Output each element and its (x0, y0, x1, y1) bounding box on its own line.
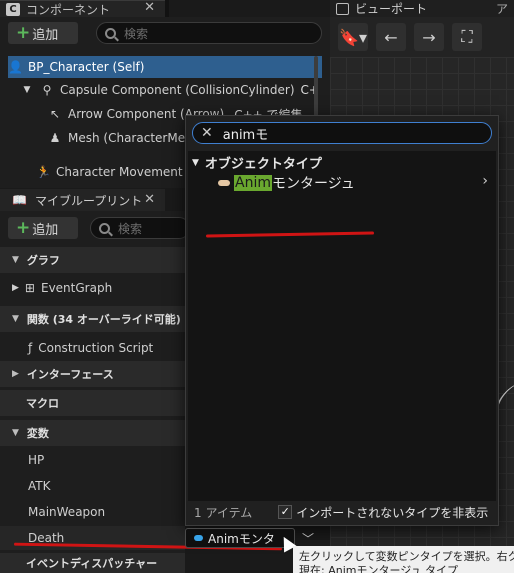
blueprint-search-input[interactable]: 検索 (90, 217, 190, 239)
viewport-tab[interactable]: ビューポート ア (330, 0, 514, 17)
collapse-arrow-icon: ▼ (192, 157, 199, 168)
mesh-icon: ♟ (49, 131, 61, 145)
variable-item[interactable]: ATK (0, 474, 185, 498)
construction-script-label: Construction Script (38, 341, 154, 355)
section-graph[interactable]: ▼ グラフ (0, 247, 185, 273)
variable-label: ATK (28, 479, 51, 493)
construction-script-item[interactable]: ƒ Construction Script (0, 336, 185, 360)
variable-item[interactable]: MainWeapon (0, 500, 185, 524)
graph-icon: ⊞ (24, 281, 35, 295)
variable-label: HP (28, 453, 45, 467)
forward-arrow-icon[interactable]: → (414, 23, 444, 51)
clear-icon[interactable]: ✕ (201, 125, 213, 141)
category-object-types[interactable]: ▼ オブジェクトタイプ (192, 153, 322, 172)
match-highlight: Anim (234, 175, 272, 191)
expand-arrow-icon: ▶ (12, 283, 19, 293)
collapse-arrow-icon: ▼ (12, 428, 19, 438)
section-variables[interactable]: ▼ 変数 (0, 420, 185, 446)
next-tab-label[interactable]: ア (496, 0, 508, 17)
tooltip: 左クリックして変数ピンタイプを選択。右ク 現在: Animモンタージュ タイプ (293, 546, 514, 573)
section-label: マクロ (26, 397, 59, 410)
function-icon: ƒ (28, 341, 33, 355)
bookmark-icon[interactable]: 🔖▾ (338, 23, 368, 51)
tooltip-line-1: 左クリックして変数ピンタイプを選択。右ク (299, 550, 514, 563)
result-count: 1 アイテム (194, 505, 253, 520)
object-type-icon (218, 180, 230, 186)
components-tab-label: コンポーネント (26, 2, 111, 17)
variable-type-selector[interactable]: Animモンタ (185, 528, 295, 548)
capsule-icon: ⚲ (42, 83, 52, 97)
type-results-list: ▼ オブジェクトタイプ Anim モンタージュ › (188, 151, 496, 501)
movement-icon: 🏃 (36, 165, 51, 179)
expand-arrow-icon: ▼ (23, 85, 31, 95)
components-toolbar: + 追加 検索 (0, 17, 330, 48)
book-icon: 📖 (12, 193, 27, 207)
collapse-arrow-icon: ▼ (12, 255, 19, 265)
tree-item-label: Character Movement (56, 165, 183, 179)
search-placeholder: 検索 (124, 26, 149, 41)
components-tab[interactable]: C コンポーネント ✕ (0, 0, 165, 17)
type-selector-value: Animモンタ (208, 531, 275, 546)
event-graph-item[interactable]: ▶ ⊞ EventGraph (0, 276, 185, 300)
category-label: オブジェクトタイプ (204, 157, 322, 172)
type-item-label: モンタージュ (271, 176, 355, 192)
viewport-tab-label: ビューポート (355, 2, 428, 16)
components-search-input[interactable]: 検索 (96, 22, 322, 44)
annotation-underline (205, 231, 375, 238)
add-label: 追加 (32, 27, 59, 43)
tree-item-label: Mesh (CharacterMe (68, 131, 186, 145)
character-icon: 👤 (8, 60, 23, 74)
variable-item[interactable]: HP (0, 448, 185, 472)
my-blueprint-tab[interactable]: 📖 マイブループリント ✕ (0, 189, 165, 211)
plus-icon: + (16, 23, 31, 43)
plus-icon: + (16, 218, 31, 238)
search-icon (99, 222, 110, 234)
tree-item-bp-character[interactable]: 👤 BP_Character (Self) (8, 56, 322, 78)
components-icon: C (6, 2, 20, 16)
search-placeholder: 検索 (118, 221, 143, 236)
arrow-icon: ↖ (49, 107, 61, 121)
type-search-input[interactable]: ✕ animモ (192, 122, 492, 144)
type-picker-popup: ✕ animモ ▼ オブジェクトタイプ Anim モンタージュ › 1 アイテム… (185, 115, 499, 526)
variable-label: MainWeapon (28, 505, 106, 519)
hide-unloaded-checkbox[interactable]: ✓ (278, 505, 293, 519)
viewport-icon (336, 2, 349, 15)
collapse-arrow-icon: ▼ (12, 314, 19, 324)
expand-arrow-icon: ▶ (12, 369, 19, 379)
type-search-value: animモ (222, 127, 269, 143)
type-picker-footer: 1 アイテム ✓ インポートされないタイプを非表示 (186, 499, 498, 525)
close-icon[interactable]: ✕ (144, 192, 155, 207)
chevron-down-icon[interactable]: ﹀ (302, 530, 314, 547)
chevron-right-icon[interactable]: › (482, 173, 488, 189)
tree-item-label: BP_Character (Self) (28, 60, 145, 74)
section-functions[interactable]: ▼ 関数 (34 オーバーライド可能) (0, 306, 185, 332)
section-macros[interactable]: マクロ (0, 390, 185, 416)
section-label: 関数 (34 オーバーライド可能) (26, 313, 181, 326)
panel-divider (165, 0, 169, 17)
tree-item-label: Capsule Component (CollisionCylinder) (60, 83, 295, 97)
my-blueprint-tab-label: マイブループリント (34, 193, 143, 208)
section-label: グラフ (26, 254, 60, 267)
tooltip-line-2: 現在: Animモンタージュ タイプ (299, 564, 458, 573)
checkbox-label: インポートされないタイプを非表示 (296, 505, 489, 520)
tree-item-capsule[interactable]: ▼ ⚲ Capsule Component (CollisionCylinder… (8, 79, 322, 101)
add-blueprint-item-button[interactable]: + 追加 (8, 217, 78, 239)
event-graph-label: EventGraph (40, 281, 113, 295)
add-label: 追加 (32, 222, 59, 238)
viewport-toolbar: 🔖▾ ← → ⛶ (330, 17, 514, 57)
hierarchy-icon[interactable]: ⛶ (452, 23, 482, 51)
add-component-button[interactable]: + 追加 (8, 22, 78, 44)
section-label: 変数 (26, 427, 49, 440)
close-icon[interactable]: ✕ (144, 0, 155, 15)
section-interfaces[interactable]: ▶ インターフェース (0, 361, 185, 387)
my-blueprint-list: ▼ グラフ ▶ ⊞ EventGraph ▼ 関数 (34 オーバーライド可能)… (0, 243, 185, 573)
section-label: インターフェース (26, 368, 114, 381)
section-event-dispatchers[interactable]: イベントディスパッチャー (0, 553, 185, 573)
type-color-icon (194, 535, 203, 541)
back-arrow-icon[interactable]: ← (376, 23, 406, 51)
search-icon (105, 27, 116, 39)
my-blueprint-toolbar: + 追加 検索 (0, 211, 190, 243)
section-label: イベントディスパッチャー (26, 557, 158, 570)
type-item-anim-montage[interactable]: Anim モンタージュ (218, 173, 355, 193)
